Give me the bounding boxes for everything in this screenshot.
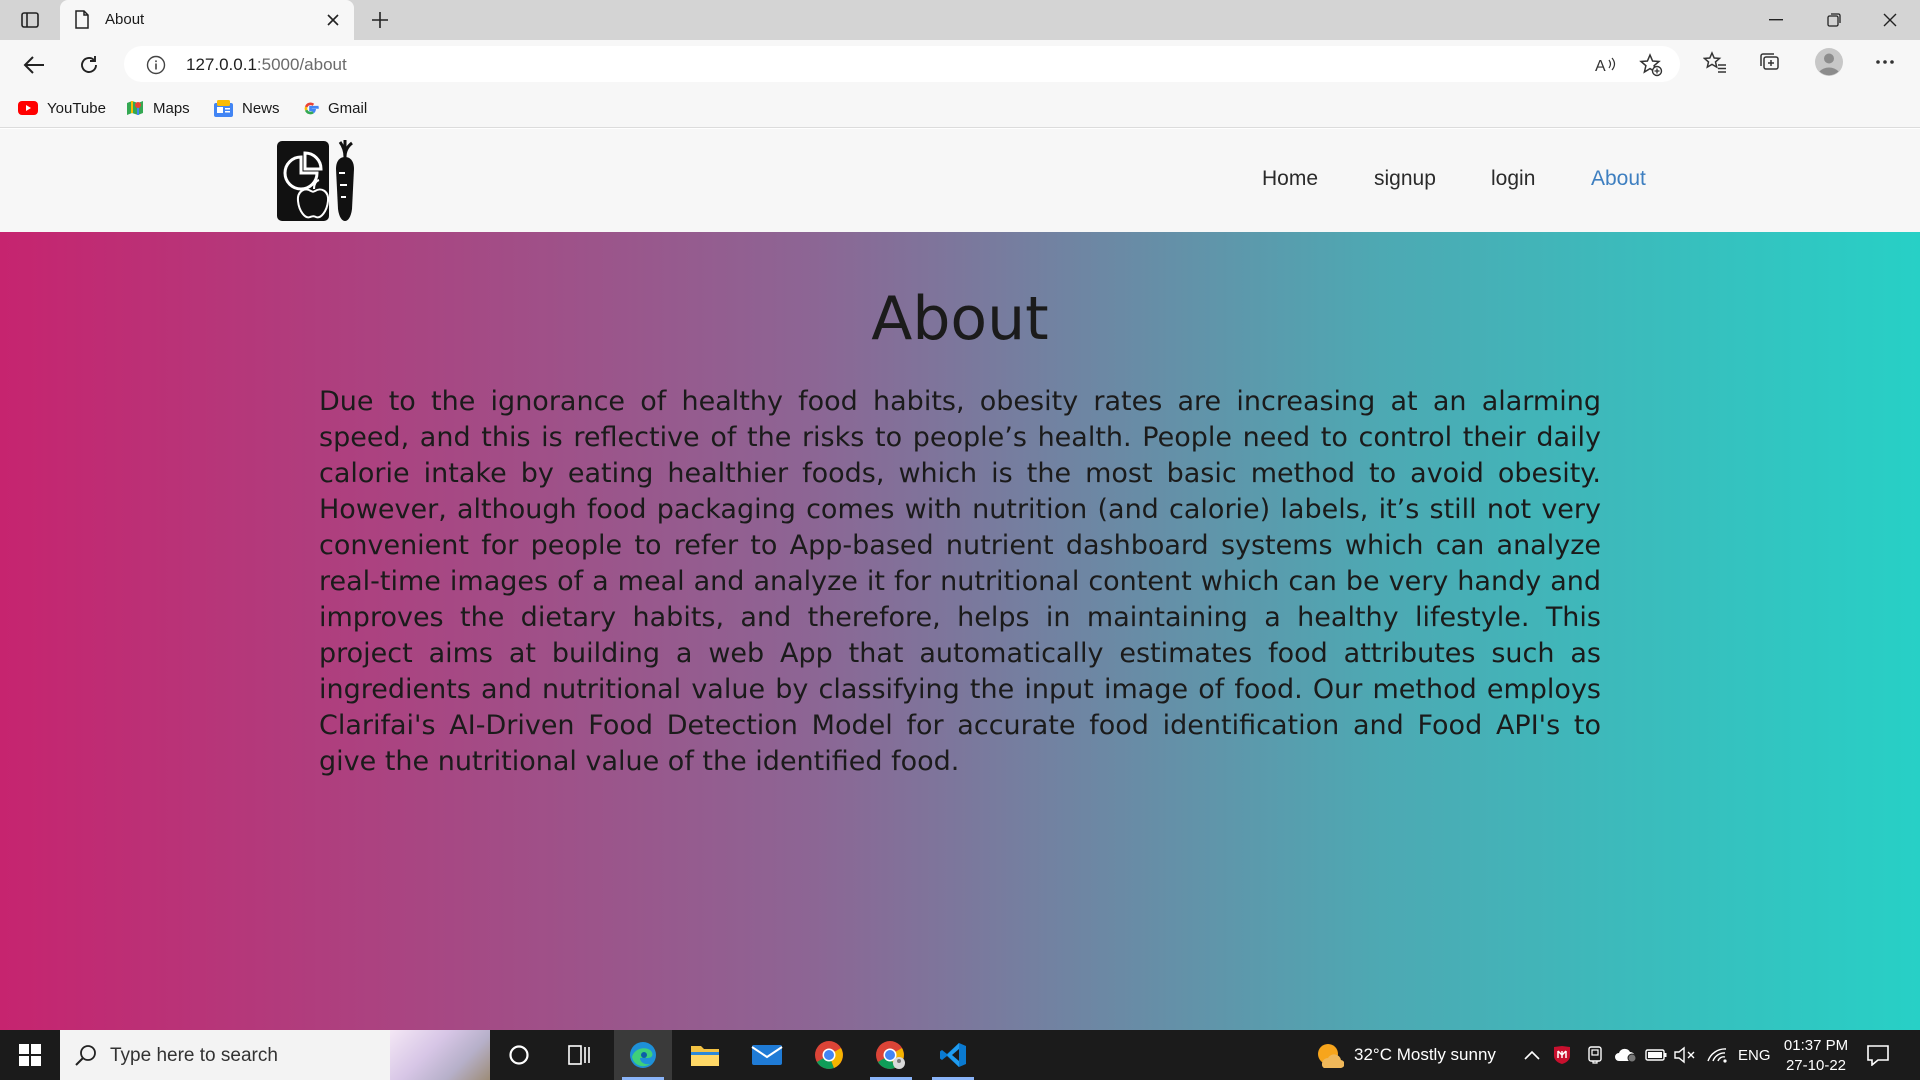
address-bar-row: 127.0.0.1:5000/about A: [0, 40, 1920, 88]
more-options-icon[interactable]: [1870, 47, 1900, 77]
favorite-label: YouTube: [47, 99, 106, 117]
restore-icon[interactable]: [1814, 6, 1854, 34]
weather-text: 32°C Mostly sunny: [1354, 1045, 1496, 1064]
url-field[interactable]: 127.0.0.1:5000/about A: [124, 46, 1680, 82]
system-clock[interactable]: 01:37 PM 27-10-22: [1766, 1036, 1866, 1076]
url-host: 127.0.0.1: [186, 55, 257, 74]
clock-date: 27-10-22: [1785, 1057, 1847, 1074]
news-icon: [214, 99, 233, 117]
task-view-icon[interactable]: [551, 1030, 609, 1080]
back-icon[interactable]: [17, 48, 51, 82]
profile-avatar[interactable]: [1812, 45, 1846, 79]
page-icon: [74, 10, 90, 34]
notification-center-icon[interactable]: [1866, 1030, 1890, 1080]
antivirus-icon[interactable]: [1553, 1030, 1571, 1080]
browser-tab-bar: About: [0, 0, 1920, 40]
collections-icon[interactable]: [1755, 47, 1785, 77]
device-icon[interactable]: [1587, 1030, 1603, 1080]
close-tab-icon[interactable]: [322, 9, 344, 31]
favorites-icon[interactable]: [1700, 47, 1730, 77]
url-path: :5000/about: [256, 55, 347, 74]
youtube-icon: [18, 101, 38, 115]
nav-about-link[interactable]: About: [1591, 167, 1646, 191]
chrome-icon[interactable]: [800, 1030, 858, 1080]
cortana-icon[interactable]: [490, 1030, 548, 1080]
onedrive-icon[interactable]: [1614, 1030, 1638, 1080]
show-hidden-icons-icon[interactable]: [1524, 1030, 1540, 1080]
favorite-maps[interactable]: Maps: [126, 96, 190, 120]
nav-login-link[interactable]: login: [1491, 167, 1535, 191]
tab-title: About: [105, 11, 145, 28]
page-title: About: [871, 284, 1049, 354]
weather-sunny-icon: [1318, 1044, 1344, 1068]
clock-time: 01:37 PM: [1783, 1037, 1849, 1054]
favorite-news[interactable]: News: [214, 96, 280, 120]
read-aloud-icon[interactable]: A: [1594, 53, 1618, 77]
nav-signup-link[interactable]: signup: [1374, 167, 1436, 191]
add-favorite-icon[interactable]: [1639, 53, 1663, 77]
favorite-gmail[interactable]: Gmail: [302, 96, 367, 120]
url-text: 127.0.0.1:5000/about: [186, 55, 347, 75]
nutrition-app-logo[interactable]: [275, 139, 361, 228]
new-tab-icon[interactable]: [366, 6, 394, 34]
mail-icon[interactable]: [738, 1030, 796, 1080]
taskbar-search-field[interactable]: Type here to search: [60, 1030, 490, 1080]
volume-muted-icon[interactable]: [1674, 1030, 1696, 1080]
battery-icon[interactable]: [1645, 1030, 1667, 1080]
chrome-profile-icon[interactable]: [862, 1030, 920, 1080]
about-description: Due to the ignorance of healthy food hab…: [319, 386, 1601, 777]
site-navbar: Home signup login About: [0, 129, 1920, 232]
favorite-label: News: [242, 99, 280, 117]
edge-browser-icon[interactable]: [614, 1030, 672, 1080]
favorites-bar: YouTube Maps News Gmail: [0, 88, 1920, 128]
svg-text:A: A: [1595, 58, 1606, 74]
search-placeholder: Type here to search: [110, 1045, 278, 1066]
maps-icon: [127, 101, 143, 115]
nav-home-link[interactable]: Home: [1262, 167, 1318, 191]
minimize-icon[interactable]: [1756, 6, 1796, 34]
search-icon: [74, 1043, 98, 1072]
windows-start-icon[interactable]: [0, 1030, 60, 1080]
google-icon: [304, 102, 319, 114]
tab-about[interactable]: About: [60, 0, 354, 40]
weather-widget[interactable]: 32°C Mostly sunny: [1314, 1030, 1496, 1080]
favorite-label: Gmail: [328, 99, 368, 117]
tab-actions-icon[interactable]: [16, 8, 44, 32]
about-section: About Due to the ignorance of healthy fo…: [0, 232, 1920, 1030]
wifi-icon[interactable]: [1706, 1030, 1728, 1080]
vscode-icon[interactable]: [924, 1030, 982, 1080]
site-info-icon[interactable]: [146, 55, 166, 80]
file-explorer-icon[interactable]: [676, 1030, 734, 1080]
favorite-youtube[interactable]: YouTube: [18, 96, 106, 120]
refresh-icon[interactable]: [72, 48, 106, 82]
close-window-icon[interactable]: [1870, 6, 1910, 34]
windows-taskbar: Type here to search 32°C Mostly sunny EN…: [0, 1030, 1920, 1080]
search-highlight-image: [390, 1030, 490, 1080]
favorite-label: Maps: [153, 99, 190, 117]
